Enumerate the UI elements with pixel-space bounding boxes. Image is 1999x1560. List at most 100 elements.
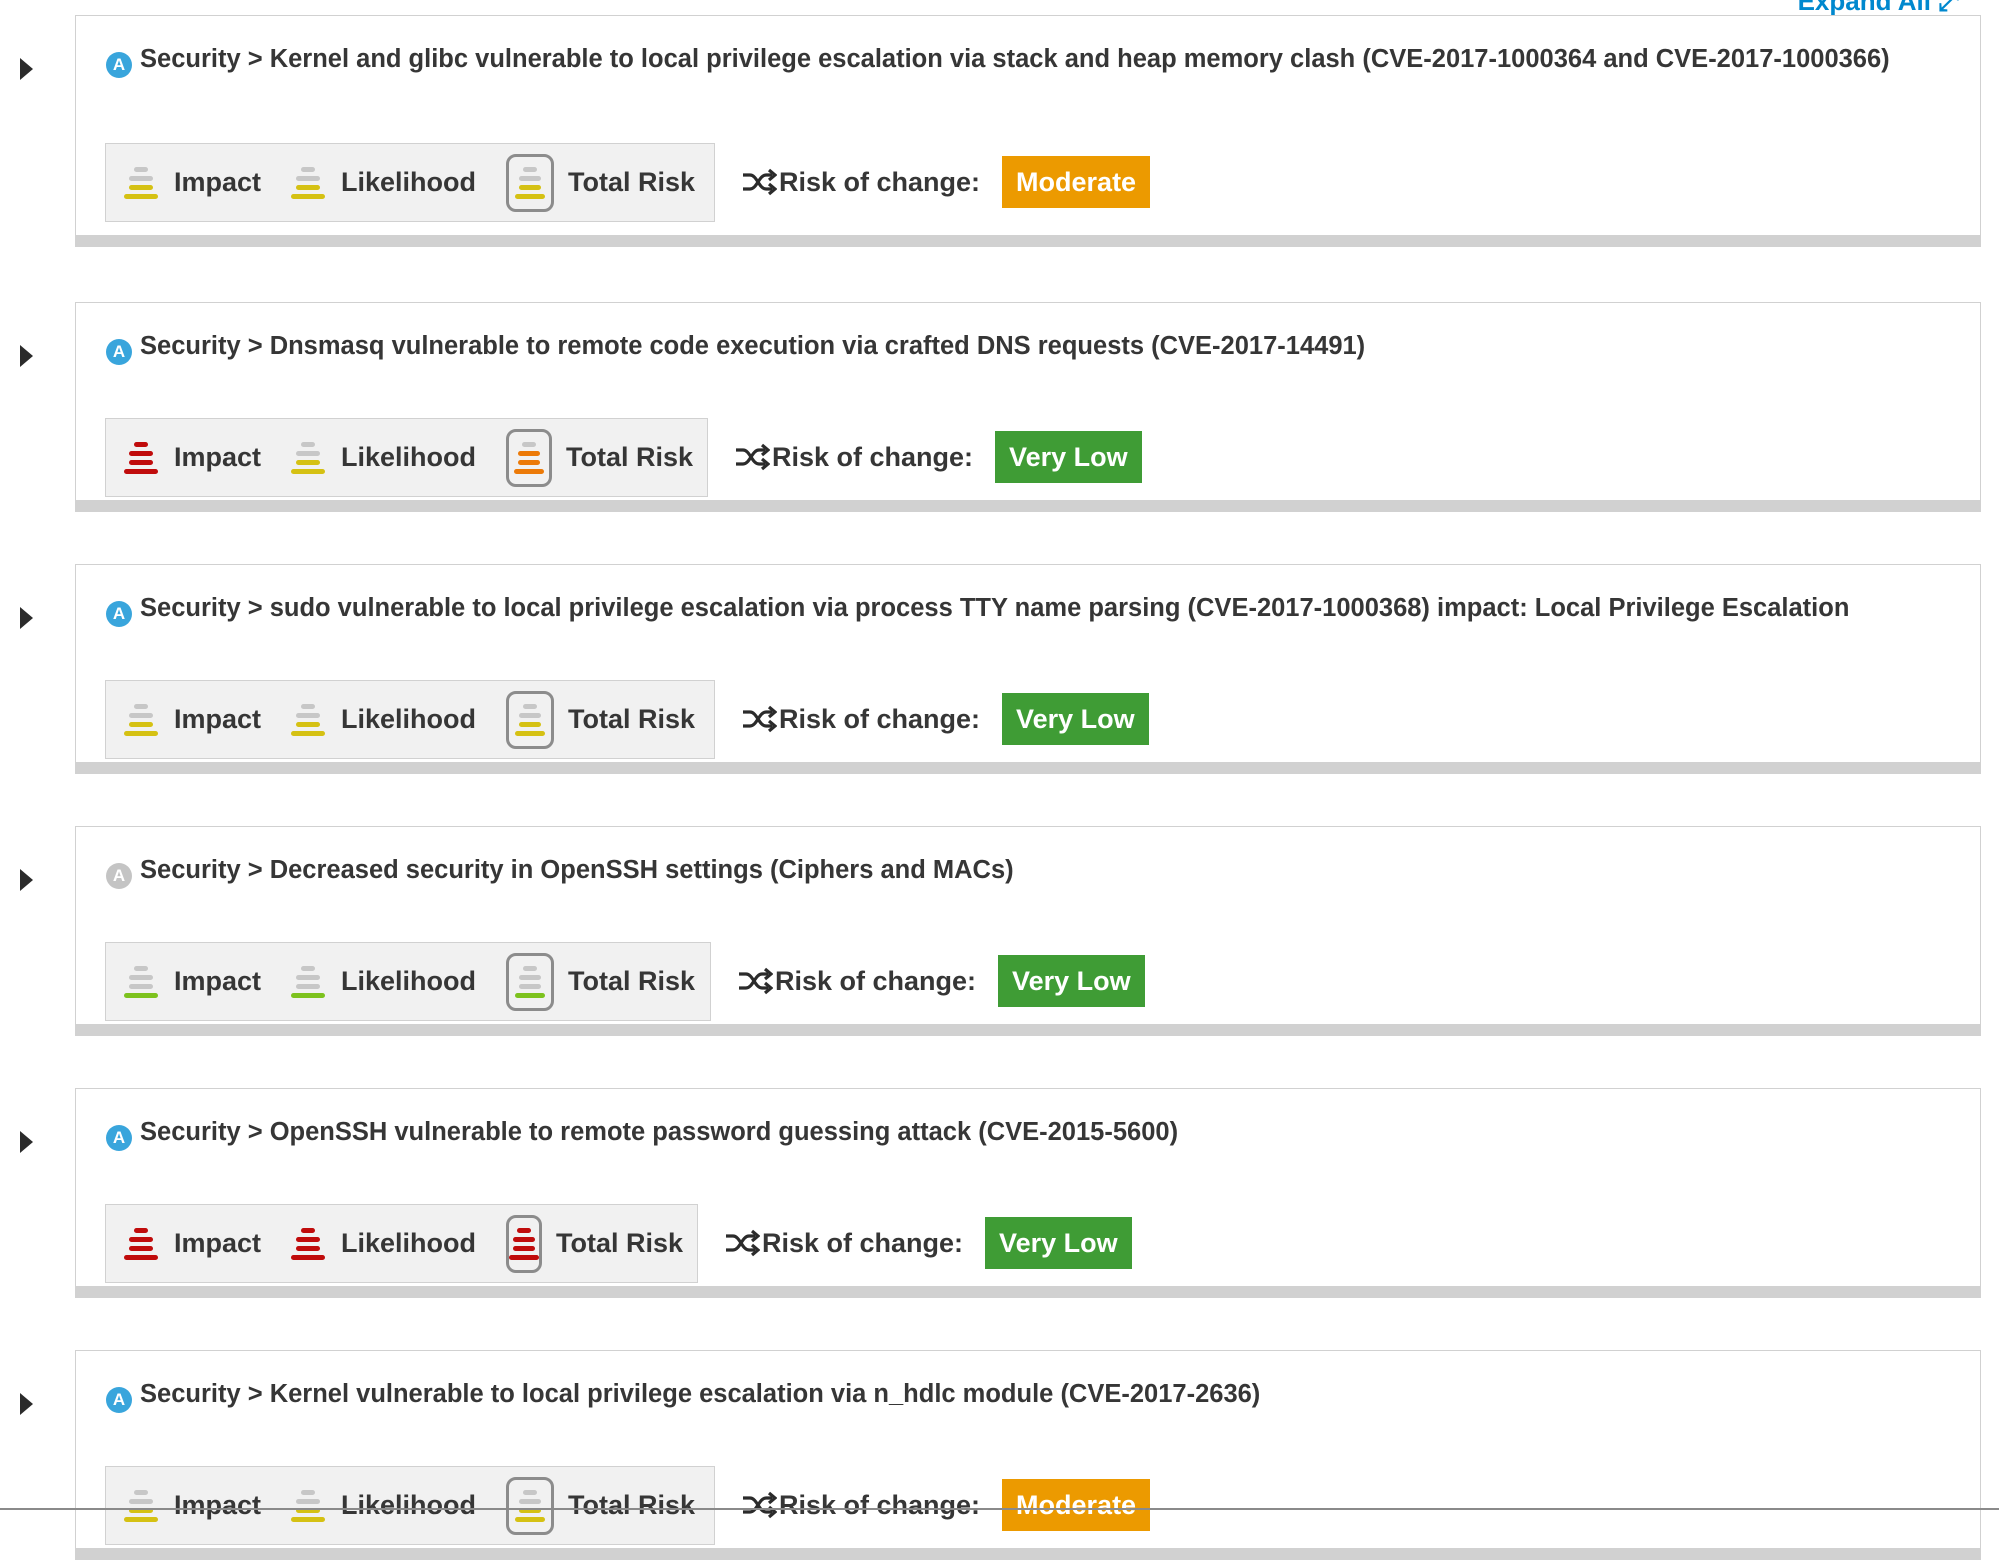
meter-bar <box>134 441 148 447</box>
shuffle-icon <box>743 705 777 733</box>
rule-row: A Security > Decreased security in OpenSS… <box>0 826 1999 1036</box>
expand-caret-icon[interactable] <box>20 869 33 891</box>
meter-bar <box>522 441 536 447</box>
risk-of-change-label: Risk of change: <box>779 703 981 734</box>
risk-summary: Impact Likelihood Total Risk <box>105 680 715 759</box>
meter-bar <box>296 1245 321 1251</box>
impact-label: Impact <box>174 966 262 996</box>
meter-bar <box>513 1245 536 1251</box>
total-risk-label: Total Risk <box>556 1228 684 1258</box>
risk-summary: Impact Likelihood Total Risk <box>105 942 711 1021</box>
meter-bar <box>523 1489 538 1495</box>
rule-title-text[interactable]: Security > Kernel and glibc vulnerable t… <box>140 45 1890 73</box>
risk-summary: Impact Likelihood Total Risk <box>105 1204 698 1283</box>
impact-meter-icon <box>124 163 158 203</box>
meter-bar <box>296 983 321 989</box>
shuffle-icon <box>743 168 777 196</box>
meter-bar <box>296 459 321 465</box>
meter-bar <box>296 712 321 718</box>
expand-caret-icon[interactable] <box>20 345 33 367</box>
likelihood-meter-icon <box>291 1224 326 1264</box>
meter-bar <box>129 712 153 718</box>
meter-bar <box>124 1516 158 1522</box>
meter-bar <box>515 992 546 998</box>
meter-bar <box>515 193 546 199</box>
expand-caret-icon[interactable] <box>20 1131 33 1153</box>
total-risk-label: Total Risk <box>568 704 696 734</box>
risk-of-change-label: Risk of change: <box>762 1227 964 1258</box>
ansible-icon: A <box>106 1387 132 1413</box>
likelihood-meter-icon <box>291 700 326 740</box>
rule-title-text[interactable]: Security > Kernel vulnerable to local pr… <box>140 1380 1260 1408</box>
total-risk-meter-icon <box>506 1214 543 1273</box>
expand-caret-icon[interactable] <box>20 58 33 80</box>
total-risk-label: Total Risk <box>568 167 696 197</box>
risk-of-change-label: Risk of change: <box>772 441 974 472</box>
divider <box>0 1508 1999 1510</box>
meter-bar <box>124 992 158 998</box>
impact-label: Impact <box>174 1228 262 1258</box>
rule-title-text[interactable]: Security > Dnsmasq vulnerable to remote … <box>140 332 1365 360</box>
expand-caret-icon[interactable] <box>20 607 33 629</box>
likelihood-label: Likelihood <box>341 442 477 472</box>
shuffle-icon <box>736 443 770 471</box>
meter-bar <box>291 992 326 998</box>
risk-of-change: Risk of change: Very Low <box>741 693 1149 745</box>
meter-bar <box>296 450 321 456</box>
meter-bar <box>301 703 316 709</box>
meter-bar <box>296 974 321 980</box>
rule-title-text[interactable]: Security > OpenSSH vulnerable to remote … <box>140 1118 1178 1146</box>
total-risk-meter-icon <box>506 428 552 487</box>
meter-bar <box>129 450 153 456</box>
rule-row: A Security > Kernel vulnerable to local p… <box>0 1350 1999 1560</box>
meter-bar <box>515 730 546 736</box>
meter-bar <box>518 450 540 456</box>
likelihood-label: Likelihood <box>341 704 477 734</box>
likelihood-label: Likelihood <box>341 1228 477 1258</box>
rule-title-text[interactable]: Security > Decreased security in OpenSSH… <box>140 856 1014 884</box>
meter-bar <box>301 166 316 172</box>
likelihood-meter-icon <box>291 163 326 203</box>
likelihood-meter-icon <box>291 1486 326 1526</box>
meter-bar <box>124 1254 158 1260</box>
meter-bar <box>517 1227 532 1233</box>
meter-bar <box>519 974 542 980</box>
meter-bar <box>519 1498 542 1504</box>
likelihood-label: Likelihood <box>341 1490 477 1520</box>
rule-title: A Security > Kernel vulnerable to local p… <box>106 1380 1950 1413</box>
total-risk-meter-icon <box>506 952 555 1011</box>
rule-title: A Security > Dnsmasq vulnerable to remote… <box>106 332 1950 365</box>
rule-title: A Security > sudo vulnerable to local pri… <box>106 594 1950 627</box>
meter-bar <box>291 193 326 199</box>
meter-bar <box>129 184 153 190</box>
total-risk-meter-icon <box>506 153 555 212</box>
impact-label: Impact <box>174 1490 262 1520</box>
impact-label: Impact <box>174 167 262 197</box>
rule-title: A Security > OpenSSH vulnerable to remote… <box>106 1118 1950 1151</box>
rule-row: A Security > Kernel and glibc vulnerable … <box>0 15 1999 247</box>
meter-bar <box>129 175 153 181</box>
risk-of-change: Risk of change: Very Low <box>737 955 1145 1007</box>
total-risk-label: Total Risk <box>565 442 693 472</box>
risk-summary: Impact Likelihood Total Risk <box>105 418 708 497</box>
impact-meter-icon <box>124 1486 158 1526</box>
meter-bar <box>296 184 321 190</box>
expand-caret-icon[interactable] <box>20 1393 33 1415</box>
risk-of-change: Risk of change: Moderate <box>741 1479 1151 1531</box>
total-risk-meter-icon <box>506 690 555 749</box>
impact-meter-icon <box>124 438 158 478</box>
ansible-icon: A <box>106 863 132 889</box>
rule-title-text[interactable]: Security > sudo vulnerable to local priv… <box>140 594 1849 622</box>
risk-summary: Impact Likelihood Total Risk <box>105 1466 715 1545</box>
meter-bar <box>134 703 148 709</box>
meter-bar <box>291 730 326 736</box>
risk-of-change-badge: Very Low <box>1002 693 1149 745</box>
meter-bar <box>513 1236 536 1242</box>
likelihood-meter-icon <box>291 962 326 1002</box>
ansible-icon: A <box>106 339 132 365</box>
meter-bar <box>134 965 148 971</box>
meter-bar <box>124 468 158 474</box>
ansible-icon: A <box>106 1125 132 1151</box>
rule-card: A Security > Decreased security in OpenSS… <box>75 826 1981 1036</box>
risk-of-change-badge: Moderate <box>1002 1479 1151 1531</box>
